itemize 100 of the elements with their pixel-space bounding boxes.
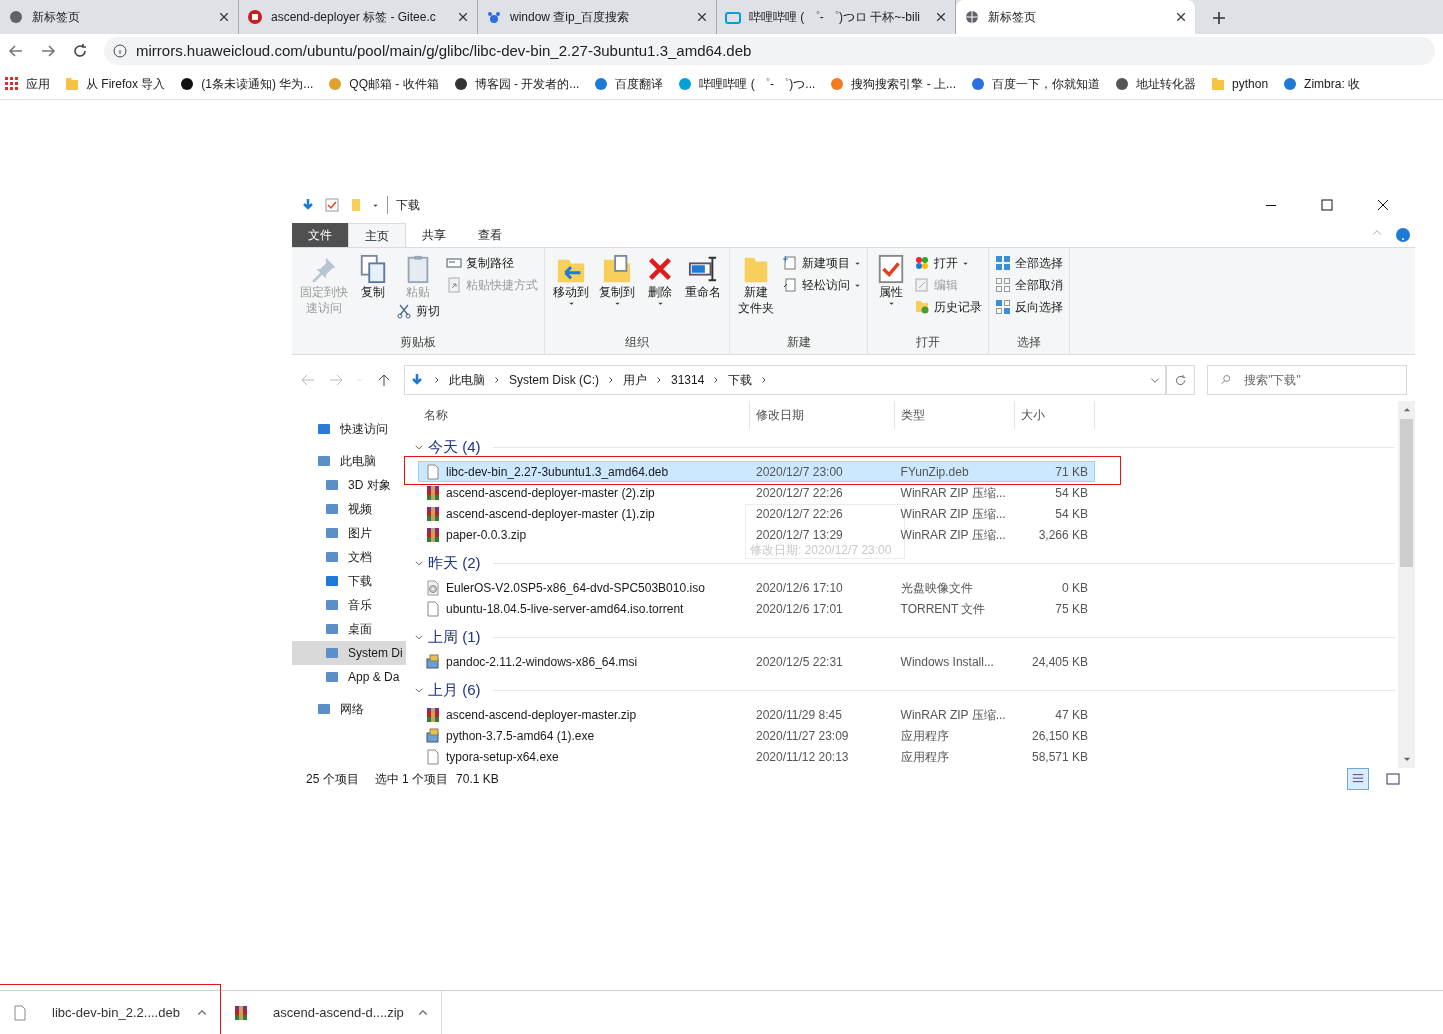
nav-item[interactable]: 图片 [292,521,406,545]
file-row[interactable]: pandoc-2.11.2-windows-x86_64.msi 2020/12/5 22:31 Windows Install... 24,405 KB [418,651,1095,672]
nav-item[interactable]: 3D 对象 [292,473,406,497]
ribbon-button[interactable]: 复制路径 [446,254,538,272]
bookmark[interactable]: 博客园 - 开发者的... [452,74,580,93]
browser-tab[interactable]: 新标签页 [0,0,239,34]
bookmark[interactable]: 应用 [4,74,50,93]
nav-item[interactable]: App & Da [292,665,406,689]
bookmark[interactable]: 从 Firefox 导入 [64,74,166,93]
bookmark[interactable]: 百度翻译 [593,74,664,93]
search-field[interactable]: 搜索"下载" [1207,365,1407,395]
ribbon-button[interactable]: 新建 文件夹 [736,254,776,316]
nav-item[interactable]: 此电脑 [292,449,406,473]
file-row[interactable]: libc-dev-bin_2.27-3ubuntu1.3_amd64.deb 2020/12/7 23:00 FYunZip.deb 71 KB [418,461,1095,482]
installer-icon [425,653,441,670]
file-row[interactable]: ubuntu-18.04.5-live-server-amd64.iso.torrent 2020/12/6 17:01 TORRENT 文件 75 KB [418,598,1095,619]
bookmark[interactable]: 百度一下，你就知道 [970,74,1101,93]
table-cell-text: 2020/12/5 22:31 [755,653,844,671]
ribbon-button[interactable]: 复制到 [597,254,637,307]
info-icon [112,43,128,59]
ribbon-button[interactable]: 全部选择 [995,254,1063,272]
site-icon [677,75,694,92]
bookmark[interactable]: QQ邮箱 - 收件箱 [327,74,439,93]
ribbon-button[interactable]: 新建项目 [782,254,861,272]
ribbon-tab[interactable]: 主页 [348,223,406,247]
ribbon-button[interactable]: 反向选择 [995,298,1063,316]
table-cell-text: WinRAR ZIP 压缩... [899,706,1007,724]
ribbon-button[interactable]: 移动到 [551,254,591,307]
breadcrumb[interactable]: 31314 [671,371,705,389]
file-row[interactable]: ascend-ascend-deployer-master.zip 2020/11/29 8:45 WinRAR ZIP 压缩... 47 KB [418,704,1095,725]
file-icon [12,1004,28,1021]
ribbon-tab[interactable]: 文件 [292,223,348,247]
group-header[interactable]: 上月 (6) [428,678,481,702]
ribbon-button[interactable]: 复制 [356,254,390,300]
file-row[interactable]: python-3.7.5-amd64 (1).exe 2020/11/27 23:09 应用程序 26,150 KB [418,725,1095,746]
tv-icon [725,9,741,25]
refresh-icon [1174,373,1188,387]
invert-selection-icon [995,299,1011,315]
chevron-icon [433,376,441,384]
bookmark[interactable]: 地址转化器 [1114,74,1197,93]
ribbon-button[interactable]: 轻松访问 [782,276,861,294]
download-item[interactable]: ascend-ascend-d....zip [221,990,442,1034]
ribbon-button[interactable]: 历史记录 [914,298,982,316]
ribbon-button[interactable]: 删除 [643,254,677,307]
browser-tab[interactable]: 新标签页 [956,0,1195,34]
nav-item[interactable]: 文档 [292,545,406,569]
file-name: paper-0.0.3.zip [446,526,527,544]
file-row[interactable]: ascend-ascend-deployer-master (1).zip 2020/12/7 22:26 WinRAR ZIP 压缩... 54 KB [418,503,1095,524]
breadcrumb[interactable]: System Disk (C:) [509,371,599,389]
nav-item[interactable]: 网络 [292,697,406,721]
table-cell-text: 0 KB [1061,579,1089,597]
ribbon-button[interactable]: 全部取消 [995,276,1063,294]
column-header[interactable]: 大小 [1015,401,1095,429]
group-header[interactable]: 上周 (1) [428,625,481,649]
browser-tab[interactable]: ascend-deployer 标签 - Gitee.c [239,0,478,34]
nav-item[interactable]: System Di [292,641,406,665]
browser-tab[interactable]: window 查ip_百度搜索 [478,0,717,34]
path-icon [446,255,462,271]
archive-icon [233,1004,249,1021]
site-icon [829,75,846,92]
table-cell-text: 2020/11/29 8:45 [755,706,843,724]
bookmark[interactable]: 搜狗搜索引擎 - 上... [829,74,957,93]
column-header[interactable]: 名称 [418,401,750,429]
table-cell-text: TORRENT 文件 [899,600,987,618]
bookmark[interactable]: (1条未读通知) 华为... [179,74,314,93]
file-name: libc-dev-bin_2.27-3ubuntu1.3_amd64.deb [446,463,669,481]
group-header[interactable]: 昨天 (2) [428,551,481,575]
bookmark[interactable]: 哔哩哔哩 ( ゜- ゜)つ... [677,74,816,93]
breadcrumb[interactable]: 此电脑 [449,371,485,389]
ribbon-button[interactable]: 属性 [874,254,908,307]
download-item[interactable]: libc-dev-bin_2.2....deb [0,990,221,1034]
folder-icon [1210,75,1227,92]
file-row[interactable]: typora-setup-x64.exe 2020/11/12 20:13 应用程序 58,571 KB [418,746,1095,767]
nav-item[interactable]: 下载 [292,569,406,593]
file-row[interactable]: paper-0.0.3.zip 2020/12/7 13:29 WinRAR ZIP 压缩... 3,266 KB [418,524,1095,545]
nav-item[interactable]: 快速访问 [292,417,406,441]
ribbon-button[interactable]: 重命名 [683,254,723,300]
ribbon-button[interactable]: 打开 [914,254,982,272]
column-header[interactable]: 修改日期 [750,401,895,429]
ribbon-tab[interactable]: 查看 [462,223,518,247]
nav-item[interactable]: 视频 [292,497,406,521]
ribbon-tab[interactable]: 共享 [406,223,462,247]
file-row[interactable]: EulerOS-V2.0SP5-x86_64-dvd-SPC503B010.iso 2020/12/6 17:10 光盘映像文件 0 KB [418,577,1095,598]
breadcrumb[interactable]: 用户 [623,371,647,389]
bookmark[interactable]: python [1210,74,1269,93]
scrollbar-thumb[interactable] [1400,419,1413,567]
chevron-down-icon [414,632,424,642]
address-field[interactable]: 此电脑 System Disk (C:) 用户 31314 下载 [404,365,1166,395]
details-view-button[interactable] [1347,768,1369,790]
nav-item[interactable]: 桌面 [292,617,406,641]
refresh-button[interactable] [1165,365,1196,395]
close-icon [1175,11,1187,23]
group-header[interactable]: 今天 (4) [428,435,481,459]
scissors-icon [396,303,412,319]
breadcrumb[interactable]: 下载 [728,371,753,389]
column-header[interactable]: 类型 [895,401,1015,429]
bookmark[interactable]: Zimbra: 收 [1282,74,1361,93]
address-bar[interactable]: mirrors.huaweicloud.com/ubuntu/pool/main/g/glibc/libc-dev-bin_2.27-3ubuntu1.3_amd64.deb [104,37,1435,65]
file-row[interactable]: ascend-ascend-deployer-master (2).zip 2020/12/7 22:26 WinRAR ZIP 压缩... 54 KB [418,482,1095,503]
nav-item[interactable]: 音乐 [292,593,406,617]
